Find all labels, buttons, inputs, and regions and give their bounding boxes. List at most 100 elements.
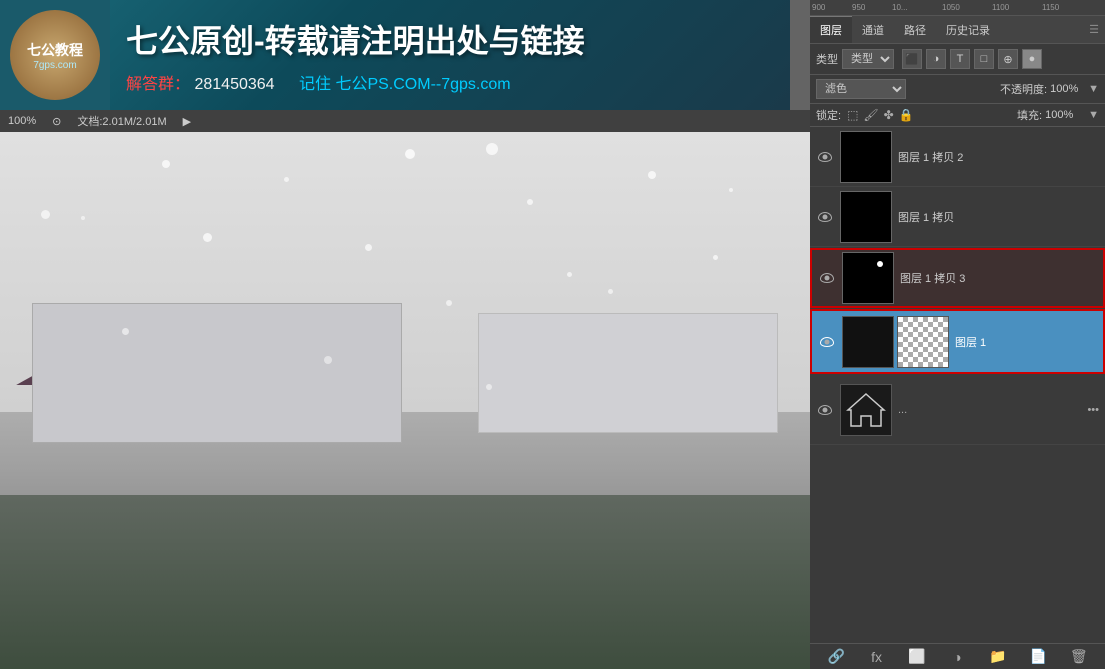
filter-toggle[interactable]: ● (1022, 49, 1042, 69)
lock-all-icon[interactable]: 🔒 (899, 108, 914, 122)
house-svg (846, 392, 886, 428)
logo-cn-text: 七公教程 (27, 40, 83, 60)
logo-circle: 七公教程 7gps.com (10, 10, 100, 100)
logo-en-text: 7gps.com (27, 60, 83, 71)
adjustment-button[interactable]: ◑ (945, 645, 969, 669)
layer-options-icon[interactable]: ••• (1087, 404, 1099, 416)
banner-logo: 七公教程 7gps.com (0, 0, 110, 110)
fill-label: 填充: (1017, 107, 1042, 123)
layer-eye-toggle[interactable] (818, 269, 836, 287)
layer-thumbnail (840, 131, 892, 183)
building-right-wall (478, 313, 778, 433)
snow-scene (0, 132, 810, 669)
star-dot (877, 261, 883, 267)
lock-move-icon[interactable]: ✤ (884, 108, 894, 122)
filter-label: 类型 (816, 51, 838, 67)
status-bar: 100% ⊙ 文档:2.01M/2.01M ▶ (0, 110, 810, 132)
banner-qq: 281450364 (194, 76, 274, 93)
fx-button[interactable]: fx (865, 645, 889, 669)
ruler-mark-1050: 1050 (942, 3, 960, 12)
blend-mode-select[interactable]: 滤色 (816, 79, 906, 99)
layer-name: 图层 1 拷贝 2 (898, 149, 1099, 165)
panel-bottom-bar: 🔗 fx ⬜ ◑ 📁 📄 🗑 (810, 643, 1105, 669)
main-canvas-area: 七公教程 7gps.com 七公原创-转载请注明出处与链接 解答群： 28145… (0, 0, 810, 669)
filter-icon-group: ⬛ ◑ T □ ⊕ ● (902, 49, 1042, 69)
layer-eye-toggle[interactable] (816, 148, 834, 166)
tab-history[interactable]: 历史记录 (936, 16, 1000, 43)
layer-name: 图层 1 拷贝 3 (900, 270, 1097, 286)
layer-item[interactable]: 图层 1 拷贝 2 (810, 127, 1105, 187)
banner-subtitle: 解答群： 281450364 记住 七公PS.COM--7gps.com (126, 70, 774, 94)
layer-eye-toggle[interactable] (816, 401, 834, 419)
layer-thumb-group (842, 316, 949, 368)
panel-tabs: 图层 通道 路径 历史记录 ☰ (810, 16, 1105, 44)
layer-item[interactable]: 图层 1 拷贝 (810, 187, 1105, 247)
new-layer-button[interactable]: 📄 (1026, 645, 1050, 669)
banner-site: 记住 七公PS.COM--7gps.com (299, 76, 511, 93)
layer-item-copy3[interactable]: 图层 1 拷贝 3 (810, 248, 1105, 308)
opacity-group: 不透明度: 100% ▼ (1000, 81, 1099, 97)
filter-pixel-icon[interactable]: ⬛ (902, 49, 922, 69)
layer-eye-toggle[interactable] (818, 333, 836, 351)
delete-layer-button[interactable]: 🗑 (1067, 645, 1091, 669)
panel-menu-icon[interactable]: ☰ (1083, 19, 1105, 40)
filter-adjust-icon[interactable]: ◑ (926, 49, 946, 69)
lock-label: 锁定: (816, 107, 841, 123)
lock-paint-icon[interactable]: 🖌 (863, 108, 878, 122)
lock-bar: 锁定: ⬚ 🖌 ✤ 🔒 填充: 100% ▼ (810, 104, 1105, 127)
doc-size: 文档:2.01M/2.01M (77, 113, 166, 129)
ruler-mark-950: 950 (852, 3, 865, 12)
tab-layers[interactable]: 图层 (810, 16, 852, 43)
filter-smart-icon[interactable]: ⊕ (998, 49, 1018, 69)
link-layers-button[interactable]: 🔗 (824, 645, 848, 669)
canvas-image (0, 132, 810, 669)
fill-dropdown-icon[interactable]: ▼ (1088, 109, 1099, 121)
tab-paths[interactable]: 路径 (894, 16, 936, 43)
opacity-label: 不透明度: (1000, 81, 1047, 97)
eye-icon (820, 337, 834, 347)
layer-thumbnail (842, 252, 894, 304)
eye-icon (818, 212, 832, 222)
layer-item-sketch[interactable]: ... ••• (810, 375, 1105, 445)
layer-name: 图层 1 拷贝 (898, 209, 1099, 225)
lock-icons: ⬚ 🖌 ✤ 🔒 (847, 108, 914, 122)
layers-panel: 类型 类型 ⬛ ◑ T □ ⊕ ● 滤色 不透明度: 100% ▼ (810, 44, 1105, 669)
layers-list: 图层 1 拷贝 2 图层 1 拷贝 图层 1 拷贝 3 (810, 127, 1105, 643)
banner: 七公教程 7gps.com 七公原创-转载请注明出处与链接 解答群： 28145… (0, 0, 790, 110)
building-left-wall (32, 303, 402, 443)
group-button[interactable]: 📁 (986, 645, 1010, 669)
zoom-level: 100% (8, 115, 36, 127)
banner-subtitle-prefix: 解答群： (126, 76, 190, 93)
add-mask-button[interactable]: ⬜ (905, 645, 929, 669)
ruler-mark-900: 900 (812, 3, 825, 12)
tab-channels[interactable]: 通道 (852, 16, 894, 43)
filter-text-icon[interactable]: T (950, 49, 970, 69)
eye-icon (820, 273, 834, 283)
ruler-mark-1150: 1150 (1042, 3, 1059, 12)
layer-item-layer1[interactable]: 图层 1 (810, 309, 1105, 374)
layer-eye-toggle[interactable] (816, 208, 834, 226)
right-panel: 900 950 10... 1050 1100 1150 图层 通道 路径 历史… (810, 0, 1105, 669)
layer-name-sketch: ... (898, 404, 1081, 416)
layer-name: 图层 1 (955, 334, 1097, 350)
ruler-mark-1000: 10... (892, 3, 908, 12)
banner-title: 七公原创-转载请注明出处与链接 (126, 16, 774, 62)
banner-content: 七公原创-转载请注明出处与链接 解答群： 281450364 记住 七公PS.C… (110, 8, 790, 102)
fill-group: 填充: 100% ▼ (1017, 107, 1099, 123)
filter-type-select[interactable]: 类型 (842, 49, 894, 69)
filter-shape-icon[interactable]: □ (974, 49, 994, 69)
layer-thumb-mask (897, 316, 949, 368)
layer-thumbnail (840, 191, 892, 243)
opacity-value: 100% (1050, 83, 1085, 95)
fill-value: 100% (1045, 109, 1085, 121)
layer-thumb-house (840, 384, 892, 436)
layer-thumb-main (842, 316, 894, 368)
eye-icon (818, 152, 832, 162)
opacity-dropdown-icon[interactable]: ▼ (1088, 83, 1099, 95)
lock-transparent-icon[interactable]: ⬚ (847, 108, 858, 122)
blend-bar: 滤色 不透明度: 100% ▼ (810, 75, 1105, 104)
tree-area (0, 495, 810, 669)
eye-icon (818, 405, 832, 415)
ruler-strip: 900 950 10... 1050 1100 1150 (810, 0, 1105, 16)
doc-icon: ⊙ (52, 115, 61, 128)
